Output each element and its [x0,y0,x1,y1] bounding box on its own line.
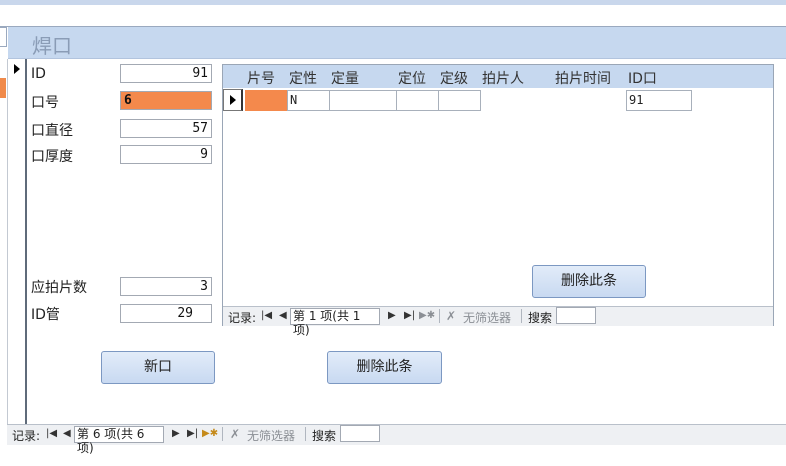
subform-nav-new-record-icon[interactable]: ▶✱ [419,310,435,321]
delete-record-button[interactable]: 删除此条 [327,351,442,384]
left-orange-marker [0,78,6,98]
subform-nav-last-icon[interactable]: ▶| [404,310,415,321]
main-nav-separator [222,427,223,441]
subform-nav-position-input[interactable]: 第 1 项(共 1 项) [290,308,380,337]
form-title: 焊口 [32,34,72,58]
label-pipe-id: ID管 [31,307,60,323]
main-nav-first-icon[interactable]: |◀ [46,428,57,439]
subform-cell-qualitative[interactable]: N [287,90,330,111]
main-nav-prev-icon[interactable]: ◀ [63,428,71,439]
subform-col-qualitative: 定性 [289,71,317,87]
label-id: ID [31,66,46,82]
label-joint-thickness: 口厚度 [31,149,73,165]
subform-col-film-time: 拍片时间 [555,71,611,87]
subform-nav-first-icon[interactable]: |◀ [261,310,272,321]
subform-nav-separator-2 [521,309,522,323]
main-nav-no-filter[interactable]: 无筛选器 [247,427,295,444]
main-nav-record-label: 记录: [12,429,41,443]
subform-nav-next-icon[interactable]: ▶ [388,310,396,321]
field-required-films[interactable]: 3 [120,277,212,296]
main-nav-last-icon[interactable]: ▶| [187,428,198,439]
subform-nav-search-input[interactable] [556,307,596,324]
main-nav-new-record-icon[interactable]: ▶✱ [202,428,218,439]
subform-nav-separator [439,309,440,323]
left-tab-stub [0,27,7,47]
subform-nav-filter-icon[interactable]: ✗ [446,309,456,323]
subform-record-selector[interactable] [223,89,243,111]
form-header [8,27,786,59]
main-nav-position-input[interactable]: 第 6 项(共 6 项) [74,426,164,455]
label-required-films: 应拍片数 [31,280,87,296]
subform-nav-no-filter[interactable]: 无筛选器 [463,309,511,326]
subform-nav-prev-icon[interactable]: ◀ [279,310,287,321]
subform-col-quantitative: 定量 [331,71,359,87]
new-joint-button[interactable]: 新口 [101,351,215,384]
subform-col-filmer: 拍片人 [482,71,524,87]
subform-cell-quantitative[interactable] [329,90,397,111]
subform-cell-grade[interactable] [438,90,481,111]
subform-cell-position[interactable] [396,90,439,111]
subform-cell-film-number[interactable] [245,90,288,111]
subform-nav-search-label: 搜索 [528,311,553,325]
field-id[interactable]: 91 [120,64,212,83]
subform-cell-joint-id[interactable]: 91 [626,90,692,111]
subform-col-film-number: 片号 [247,71,275,87]
main-nav-next-icon[interactable]: ▶ [172,428,180,439]
subform-current-record-arrow-icon [230,95,236,105]
record-selector[interactable] [7,59,27,424]
label-joint-diameter: 口直径 [31,123,73,139]
subform-delete-button[interactable]: 删除此条 [532,265,646,298]
main-nav-search-label: 搜索 [312,429,337,443]
field-joint-thickness[interactable]: 9 [120,145,212,164]
field-joint-number[interactable]: 6 [120,91,212,110]
subform-col-position: 定位 [398,71,426,87]
field-pipe-id[interactable]: 29 [120,304,212,323]
main-nav-search-input[interactable] [340,425,380,442]
main-nav-filter-icon[interactable]: ✗ [230,427,240,441]
subform-nav-record-label: 记录: [228,311,257,325]
subform-col-grade: 定级 [440,71,468,87]
main-nav-separator-2 [305,427,306,441]
field-joint-diameter[interactable]: 57 [120,119,212,138]
subform-col-joint-id: ID口 [628,71,657,87]
current-record-arrow-icon [14,64,20,74]
top-strip [0,0,786,5]
label-joint-number: 口号 [31,95,59,111]
